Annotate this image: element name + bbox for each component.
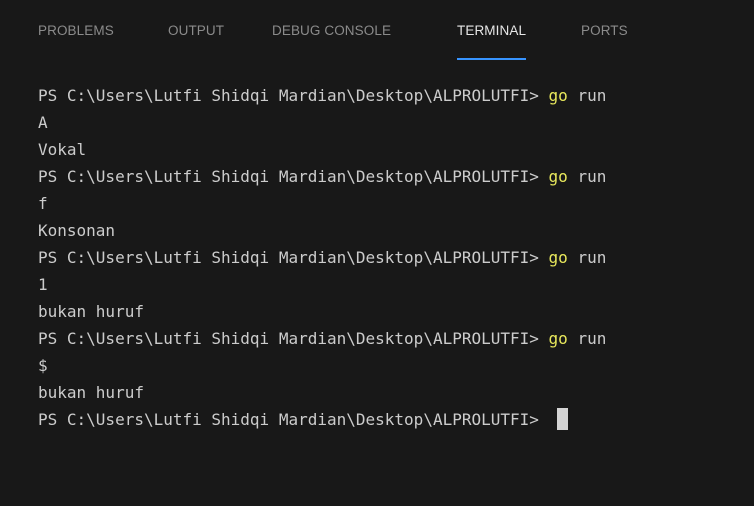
tab-terminal-label: TERMINAL (457, 23, 527, 38)
terminal-output-line: Konsonan (38, 221, 116, 240)
terminal-output-line: Vokal (38, 140, 87, 159)
tab-ports-label: PORTS (581, 23, 628, 38)
tab-debug-console-label: DEBUG CONSOLE (272, 23, 392, 38)
terminal-output-line: bukan huruf (38, 383, 144, 402)
prompt-path: PS C:\Users\Lutfi Shidqi Mardian\Desktop… (38, 329, 549, 348)
tab-ports[interactable]: PORTS (581, 22, 628, 56)
command-argument: run (567, 86, 607, 105)
terminal-prompt-line: PS C:\Users\Lutfi Shidqi Mardian\Desktop… (38, 163, 606, 190)
prompt-path: PS C:\Users\Lutfi Shidqi Mardian\Desktop… (38, 167, 549, 186)
command-keyword: go (548, 86, 568, 105)
tab-output-label: OUTPUT (168, 23, 225, 38)
tab-debug-console[interactable]: DEBUG CONSOLE (272, 22, 391, 56)
terminal-current-prompt: PS C:\Users\Lutfi Shidqi Mardian\Desktop… (38, 406, 568, 433)
tab-problems[interactable]: PROBLEMS (38, 22, 114, 56)
terminal-panel: PROBLEMS OUTPUT DEBUG CONSOLE TERMINAL P… (0, 0, 754, 506)
command-argument: run (567, 329, 607, 348)
terminal-output-line: 1 (38, 275, 48, 294)
text-cursor (556, 408, 568, 430)
terminal-output-line: $ (38, 356, 48, 375)
terminal-output[interactable]: PS C:\Users\Lutfi Shidqi Mardian\Desktop… (0, 80, 754, 506)
terminal-output-line: f (38, 194, 48, 213)
terminal-prompt-line: PS C:\Users\Lutfi Shidqi Mardian\Desktop… (38, 82, 606, 109)
command-keyword: go (548, 248, 568, 267)
command-argument: run (567, 167, 607, 186)
tab-terminal-underline (457, 58, 527, 60)
prompt-path: PS C:\Users\Lutfi Shidqi Mardian\Desktop… (38, 248, 549, 267)
command-keyword: go (548, 329, 568, 348)
tab-terminal[interactable]: TERMINAL (457, 22, 527, 60)
terminal-prompt-line: PS C:\Users\Lutfi Shidqi Mardian\Desktop… (38, 244, 606, 271)
command-keyword: go (548, 167, 568, 186)
tab-problems-label: PROBLEMS (38, 23, 114, 38)
terminal-output-line: bukan huruf (38, 302, 144, 321)
terminal-output-line: A (38, 113, 48, 132)
command-argument: run (567, 248, 607, 267)
prompt-path: PS C:\Users\Lutfi Shidqi Mardian\Desktop… (38, 410, 549, 429)
prompt-path: PS C:\Users\Lutfi Shidqi Mardian\Desktop… (38, 86, 549, 105)
terminal-prompt-line: PS C:\Users\Lutfi Shidqi Mardian\Desktop… (38, 325, 606, 352)
panel-tab-bar: PROBLEMS OUTPUT DEBUG CONSOLE TERMINAL P… (0, 0, 754, 70)
tab-output[interactable]: OUTPUT (168, 22, 224, 56)
